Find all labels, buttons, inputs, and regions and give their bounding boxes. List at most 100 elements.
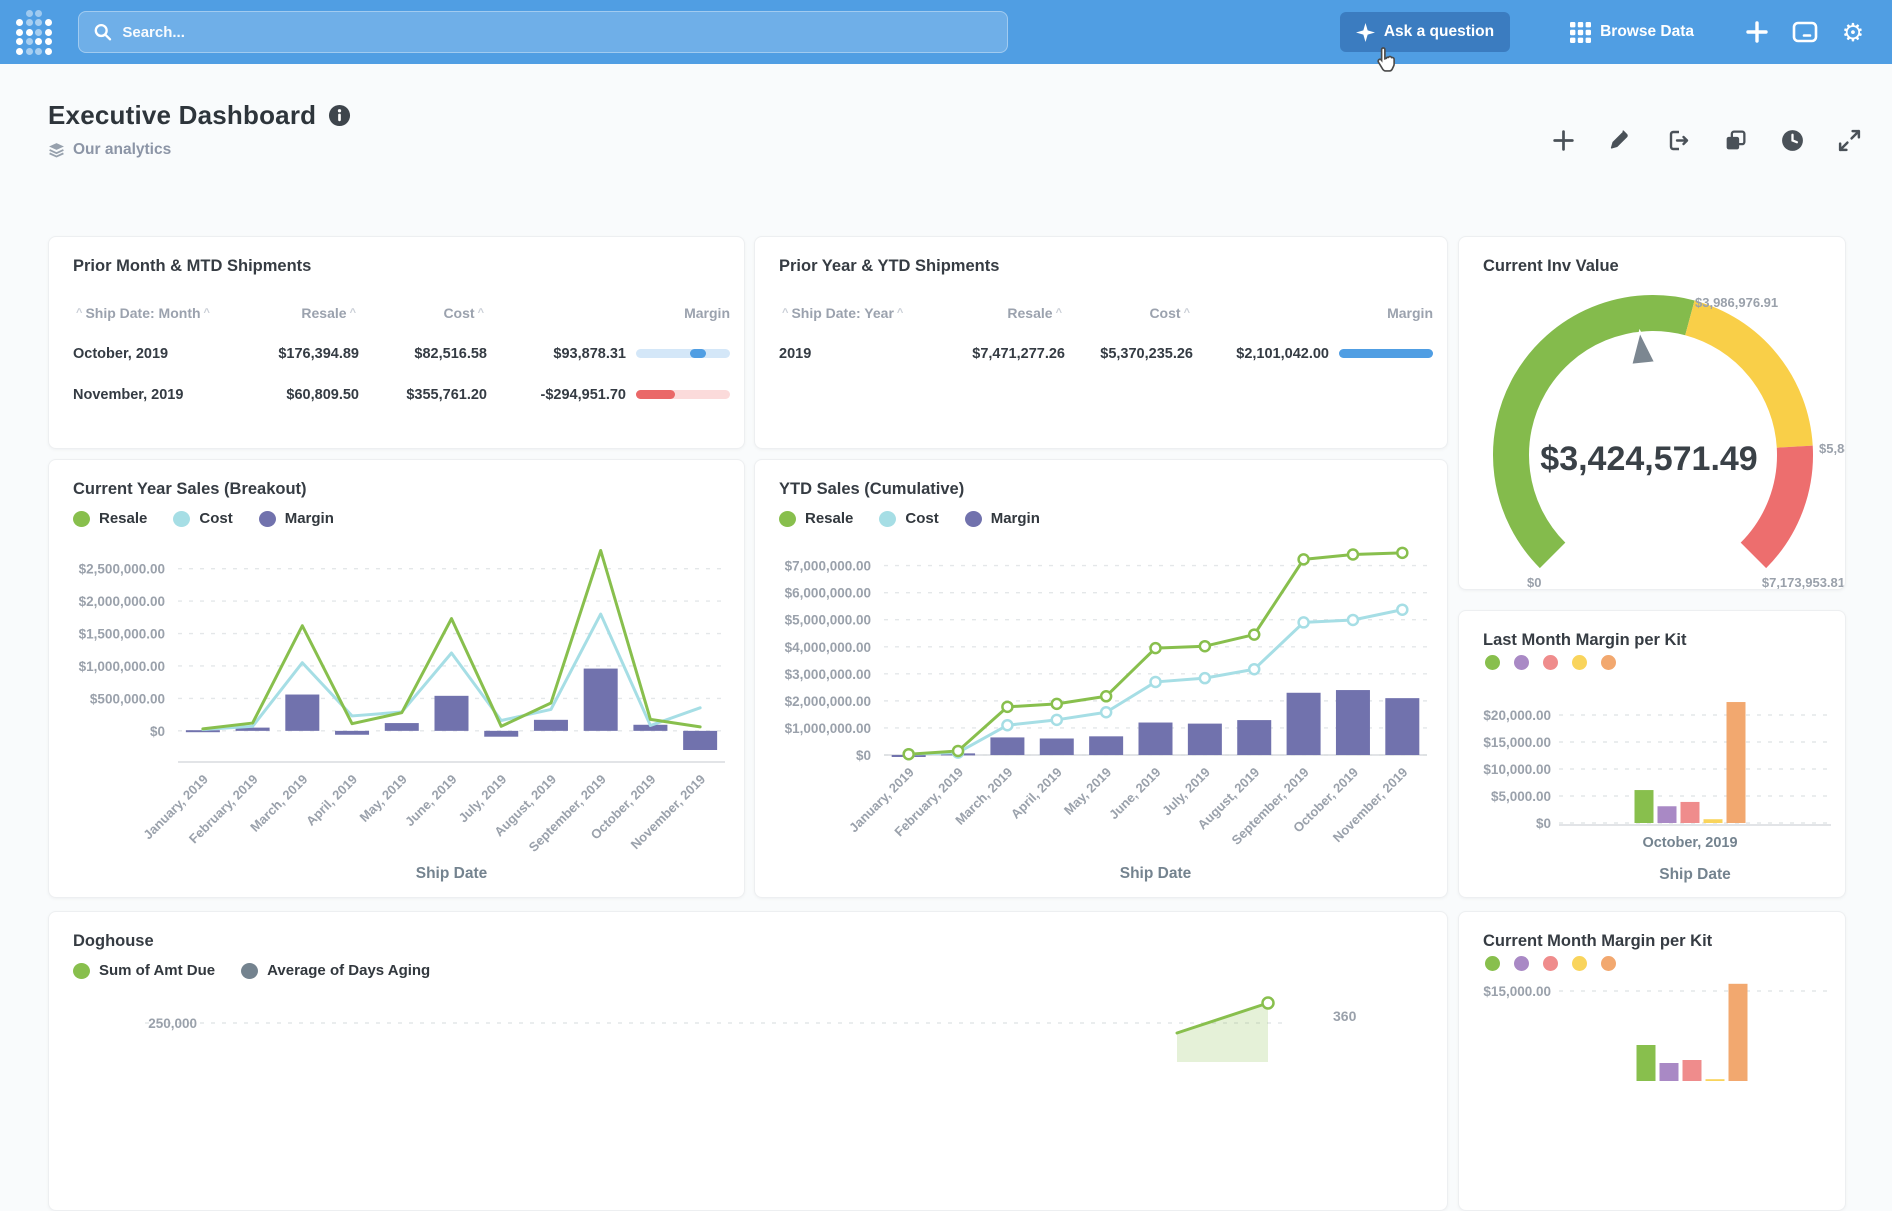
legend-item-resale[interactable]: Resale xyxy=(73,510,147,527)
svg-text:Ship Date: Ship Date xyxy=(1120,865,1192,882)
cell-margin[interactable]: $93,878.31 xyxy=(487,346,626,362)
export-icon xyxy=(1665,128,1691,153)
svg-text:$7,000,000.00: $7,000,000.00 xyxy=(785,559,871,574)
legend-item-amt-due[interactable]: Sum of Amt Due xyxy=(73,962,215,979)
table-row[interactable]: 2019 $7,471,277.26 $5,370,235.26 $2,101,… xyxy=(779,333,1433,374)
legend-dot[interactable] xyxy=(1601,655,1616,670)
search-icon xyxy=(93,22,112,42)
legend-item-resale[interactable]: Resale xyxy=(779,510,853,527)
svg-text:$5,000,000.00: $5,000,000.00 xyxy=(785,613,871,628)
svg-text:$5,889: $5,889 xyxy=(1819,441,1846,456)
column-header-ship-date-month[interactable]: ^Ship Date: Month^ xyxy=(73,305,241,321)
sql-editor-button[interactable] xyxy=(1788,15,1822,49)
new-item-button[interactable] xyxy=(1740,15,1774,49)
table-row[interactable]: November, 2019 $60,809.50 $355,761.20 -$… xyxy=(73,374,730,415)
legend-dot[interactable] xyxy=(1485,655,1500,670)
column-header-margin[interactable]: Margin xyxy=(487,305,730,321)
edit-dashboard-button[interactable] xyxy=(1608,128,1633,153)
legend-item-cost[interactable]: Cost xyxy=(879,510,938,527)
svg-text:October, 2019: October, 2019 xyxy=(1642,835,1737,851)
margin-minibar xyxy=(636,390,730,399)
ask-question-button[interactable]: Ask a question xyxy=(1340,12,1510,52)
svg-text:$0: $0 xyxy=(150,724,165,739)
cell-cost[interactable]: $5,370,235.26 xyxy=(1065,346,1193,362)
legend-dot xyxy=(779,511,796,527)
column-header-resale[interactable]: Resale^ xyxy=(241,305,359,321)
svg-text:June, 2019: June, 2019 xyxy=(1106,765,1164,823)
card-prior-year-shipments: Prior Year & YTD Shipments ^Ship Date: Y… xyxy=(754,236,1448,449)
legend-dot[interactable] xyxy=(1485,956,1500,971)
column-header-resale[interactable]: Resale^ xyxy=(947,305,1065,321)
gauge-chart[interactable]: $3,986,976.91$5,889$0$7,173,953.81$3,424… xyxy=(1459,237,1845,589)
column-header-ship-date-year[interactable]: ^Ship Date: Year^ xyxy=(779,305,947,321)
legend-dot[interactable] xyxy=(1543,956,1558,971)
svg-text:$1,000,000.00: $1,000,000.00 xyxy=(785,721,871,736)
table-row[interactable]: October, 2019 $176,394.89 $82,516.58 $93… xyxy=(73,333,730,374)
legend-dot[interactable] xyxy=(1514,655,1529,670)
history-button[interactable] xyxy=(1780,128,1805,153)
search-bar[interactable] xyxy=(78,11,1008,53)
cell-period[interactable]: October, 2019 xyxy=(73,346,241,362)
settings-button[interactable]: ⚙ xyxy=(1836,15,1870,49)
legend-dot xyxy=(173,511,190,527)
top-nav-bar: Ask a question Browse Data ⚙ xyxy=(0,0,1892,64)
sort-caret-icon: ^ xyxy=(894,307,906,319)
legend-dot[interactable] xyxy=(1601,956,1616,971)
cell-margin[interactable]: $2,101,042.00 xyxy=(1193,346,1329,362)
area-chart[interactable]: 250,000360 xyxy=(49,912,1447,1210)
add-card-button[interactable] xyxy=(1551,128,1576,153)
svg-text:$15,000.00: $15,000.00 xyxy=(1483,984,1551,999)
legend-dot xyxy=(241,963,258,979)
plus-icon xyxy=(1745,20,1769,44)
grid-icon xyxy=(1570,22,1591,43)
legend-dot[interactable] xyxy=(1572,956,1587,971)
sort-caret-icon: ^ xyxy=(475,307,487,319)
cell-period[interactable]: 2019 xyxy=(779,346,947,362)
card-doghouse: Doghouse Sum of Amt Due Average of Days … xyxy=(48,911,1448,1211)
cell-resale[interactable]: $176,394.89 xyxy=(241,346,359,362)
svg-text:$7,173,953.81: $7,173,953.81 xyxy=(1762,575,1845,590)
svg-text:May, 2019: May, 2019 xyxy=(357,772,410,825)
margin-minibar xyxy=(636,349,730,358)
cell-cost[interactable]: $355,761.20 xyxy=(359,387,487,403)
bar-chart[interactable]: $20,000.00$15,000.00$10,000.00$5,000.00$… xyxy=(1459,611,1845,897)
cell-cost[interactable]: $82,516.58 xyxy=(359,346,487,362)
legend-dot[interactable] xyxy=(1543,655,1558,670)
legend-item-days-aging[interactable]: Average of Days Aging xyxy=(241,962,430,979)
fullscreen-button[interactable] xyxy=(1837,128,1862,153)
cell-margin[interactable]: -$294,951.70 xyxy=(487,387,626,403)
breadcrumb-label: Our analytics xyxy=(73,141,171,159)
legend-dot[interactable] xyxy=(1514,956,1529,971)
chart-legend: Sum of Amt Due Average of Days Aging xyxy=(73,962,430,979)
browse-data-button[interactable]: Browse Data xyxy=(1570,22,1694,43)
sort-caret-icon: ^ xyxy=(201,307,213,319)
svg-text:$6,000,000.00: $6,000,000.00 xyxy=(785,586,871,601)
cell-period[interactable]: November, 2019 xyxy=(73,387,241,403)
page-title: Executive Dashboard xyxy=(48,100,316,131)
column-header-margin[interactable]: Margin xyxy=(1193,305,1433,321)
svg-text:$1,000,000.00: $1,000,000.00 xyxy=(79,659,165,674)
column-header-cost[interactable]: Cost^ xyxy=(1065,305,1193,321)
breadcrumb-collection[interactable]: Our analytics xyxy=(48,141,351,159)
info-icon[interactable] xyxy=(328,104,351,127)
svg-text:$4,000,000.00: $4,000,000.00 xyxy=(785,640,871,655)
svg-text:$500,000.00: $500,000.00 xyxy=(90,691,165,706)
legend-item-margin[interactable]: Margin xyxy=(965,510,1040,527)
cell-resale[interactable]: $7,471,277.26 xyxy=(947,346,1065,362)
search-input[interactable] xyxy=(122,24,993,41)
cell-resale[interactable]: $60,809.50 xyxy=(241,387,359,403)
svg-text:$3,000,000.00: $3,000,000.00 xyxy=(785,667,871,682)
svg-text:$5,000.00: $5,000.00 xyxy=(1491,789,1551,804)
sharing-button[interactable] xyxy=(1665,128,1691,153)
column-header-cost[interactable]: Cost^ xyxy=(359,305,487,321)
terminal-icon xyxy=(1792,20,1818,44)
legend-item-margin[interactable]: Margin xyxy=(259,510,334,527)
card-prior-month-shipments: Prior Month & MTD Shipments ^Ship Date: … xyxy=(48,236,745,449)
metabase-logo[interactable] xyxy=(16,12,56,52)
clock-icon xyxy=(1780,128,1805,153)
duplicate-button[interactable] xyxy=(1723,128,1748,153)
legend-dot[interactable] xyxy=(1572,655,1587,670)
card-title: Doghouse xyxy=(73,932,154,951)
ask-question-label: Ask a question xyxy=(1384,23,1494,41)
legend-item-cost[interactable]: Cost xyxy=(173,510,232,527)
